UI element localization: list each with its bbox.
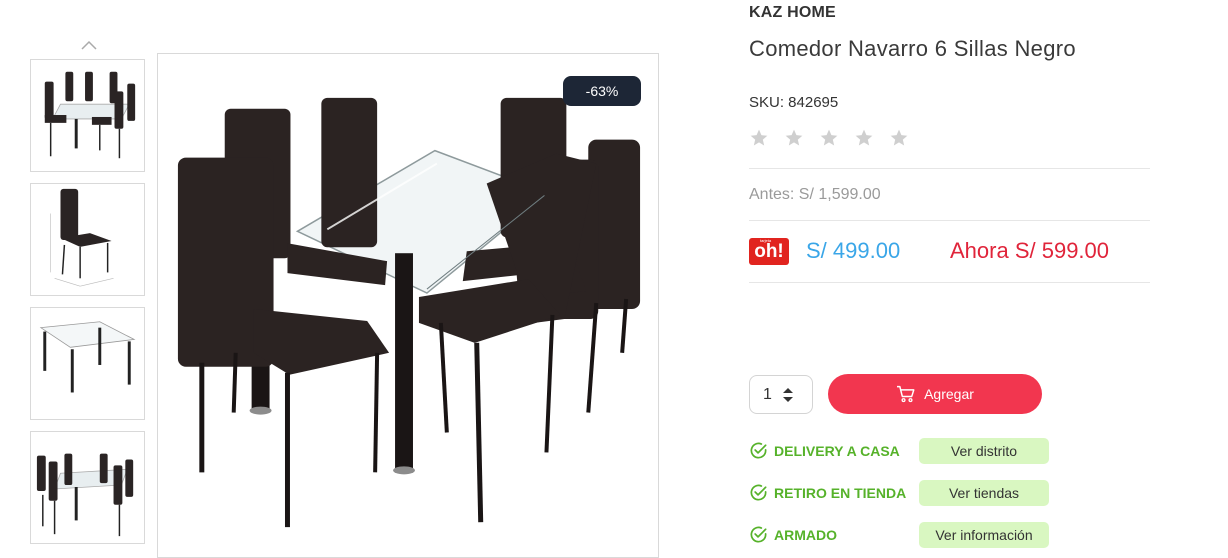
star-icon[interactable]: [749, 128, 769, 148]
divider: [749, 282, 1150, 283]
current-price: Ahora S/ 599.00: [950, 238, 1110, 263]
product-title: Comedor Navarro 6 Sillas Negro: [749, 36, 1076, 61]
product-sku: SKU: 842695: [749, 94, 839, 111]
service-label: RETIRO EN TIENDA: [774, 484, 907, 501]
check-circle-icon: [750, 442, 767, 459]
star-icon[interactable]: [784, 128, 804, 148]
discount-badge: -63%: [563, 76, 641, 106]
star-icon[interactable]: [889, 128, 909, 148]
oh-card-logo: tarjeta oh!: [749, 238, 789, 265]
ver-tiendas-button[interactable]: Ver tiendas: [919, 480, 1049, 506]
divider: [749, 168, 1150, 169]
star-icon[interactable]: [819, 128, 839, 148]
cart-icon: [897, 385, 915, 403]
ver-distrito-button[interactable]: Ver distrito: [919, 438, 1049, 464]
chevron-up-icon[interactable]: [80, 38, 98, 52]
service-assembly: ARMADO: [749, 525, 837, 544]
gallery-thumbnail-2[interactable]: [30, 183, 145, 296]
star-icon[interactable]: [854, 128, 874, 148]
quantity-value: 1: [763, 385, 772, 403]
check-circle-icon: [750, 484, 767, 501]
ver-informacion-button[interactable]: Ver información: [919, 522, 1049, 548]
oh-logo-tagline: tarjeta: [760, 238, 772, 243]
service-label: DELIVERY A CASA: [774, 442, 900, 459]
gallery-thumbnail-1[interactable]: [30, 59, 145, 172]
add-to-cart-button[interactable]: Agregar: [828, 374, 1042, 414]
rating-stars[interactable]: [749, 128, 909, 148]
sort-arrows-icon[interactable]: [782, 387, 794, 403]
oh-card-price: S/ 499.00: [806, 238, 901, 263]
add-to-cart-label: Agregar: [924, 386, 974, 402]
check-circle-icon: [750, 526, 767, 543]
before-price: Antes: S/ 1,599.00: [749, 186, 881, 203]
service-label: ARMADO: [774, 526, 837, 543]
gallery-thumbnail-3[interactable]: [30, 307, 145, 420]
oh-logo-text: oh!: [754, 241, 784, 262]
quantity-stepper[interactable]: 1: [749, 375, 813, 414]
service-pickup: RETIRO EN TIENDA: [749, 483, 906, 502]
product-main-image: [157, 53, 659, 558]
service-delivery: DELIVERY A CASA: [749, 441, 900, 460]
divider: [749, 220, 1150, 221]
product-brand[interactable]: KAZ HOME: [749, 4, 836, 22]
gallery-thumbnail-4[interactable]: [30, 431, 145, 544]
